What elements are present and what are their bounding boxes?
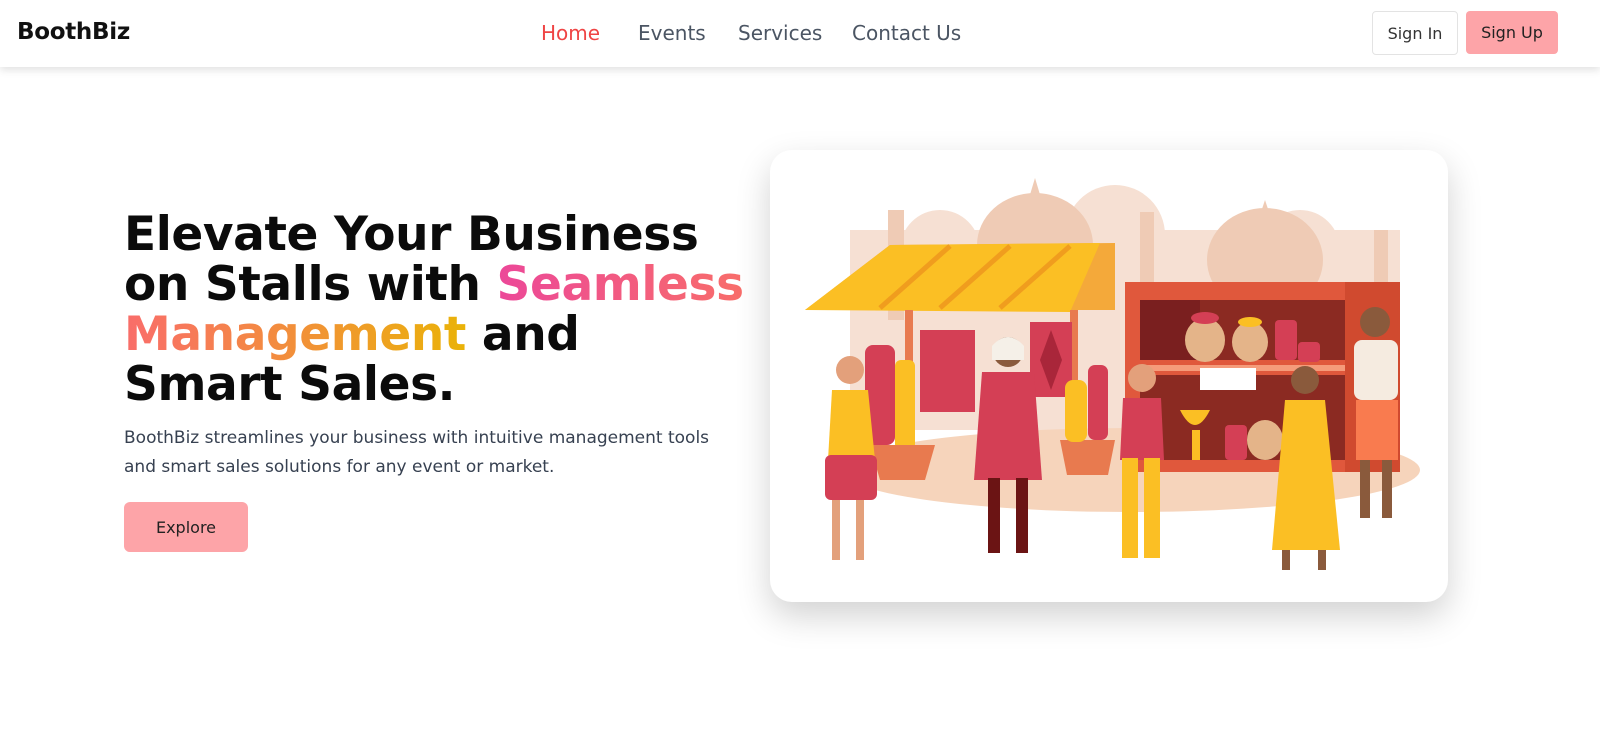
navbar: BoothBiz Home Events Services Contact Us…: [0, 0, 1600, 67]
nav-item-events[interactable]: Events: [638, 21, 706, 45]
sign-up-button[interactable]: Sign Up: [1466, 11, 1558, 54]
hero-illustration-card: [770, 150, 1448, 602]
hero-description: BoothBiz streamlines your business with …: [124, 428, 710, 477]
brand-logo[interactable]: BoothBiz: [17, 19, 130, 45]
explore-button[interactable]: Explore: [124, 502, 248, 552]
sign-in-button[interactable]: Sign In: [1372, 11, 1458, 55]
market-stall-illustration: [805, 178, 1420, 570]
nav-item-contact-us[interactable]: Contact Us: [852, 21, 961, 45]
nav-item-home[interactable]: Home: [541, 21, 600, 45]
nav-item-services[interactable]: Services: [738, 21, 822, 45]
hero-title: Elevate Your Business on Stalls with Sea…: [124, 210, 744, 410]
